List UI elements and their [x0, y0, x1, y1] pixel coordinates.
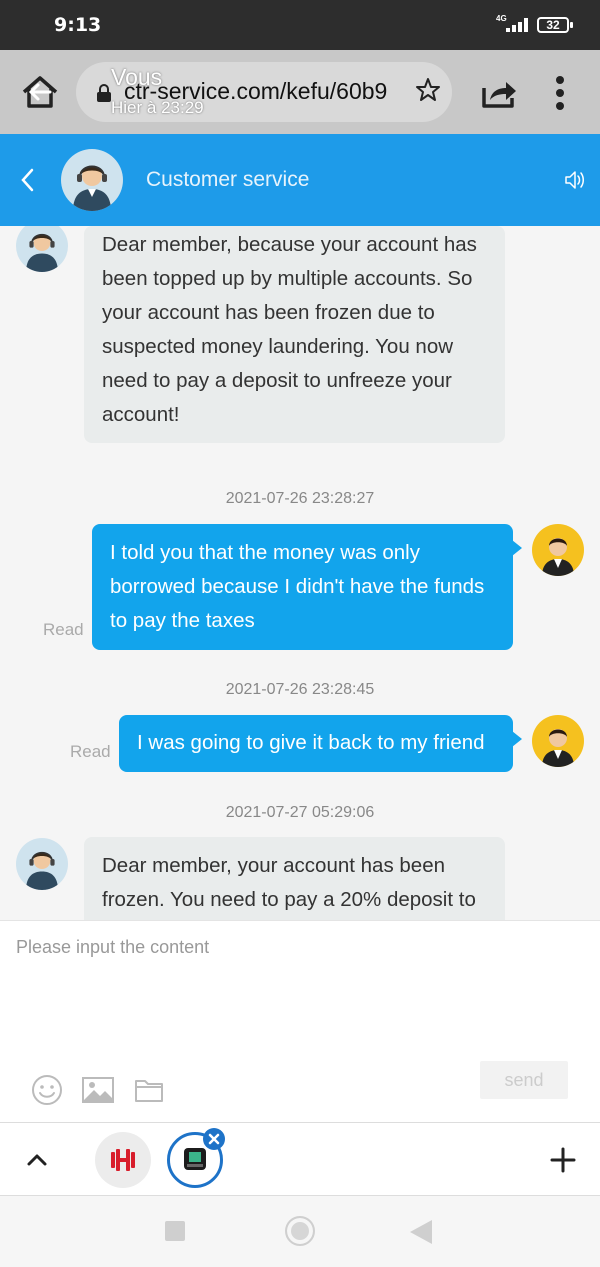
- message-timestamp: 2021-07-26 23:28:27: [225, 490, 375, 507]
- message-line: to pay the taxes: [110, 609, 255, 632]
- message-line: need to pay a deposit to unfreeze your: [102, 369, 452, 392]
- user-avatar: [532, 524, 584, 576]
- message-line: been topped up by multiple accounts. So: [102, 267, 473, 290]
- share-icon[interactable]: [480, 76, 518, 110]
- lock-icon: [97, 84, 111, 102]
- message-timestamp: 2021-07-26 23:28:45: [225, 681, 375, 698]
- message-line: frozen. You need to pay a 20% deposit to: [102, 888, 476, 911]
- message-line: your account has been frozen due to: [102, 301, 435, 324]
- speaker-icon[interactable]: [563, 168, 587, 192]
- agent-avatar: [16, 226, 68, 272]
- send-button[interactable]: send: [480, 1061, 568, 1099]
- message-line: borrowed because I didn't have the funds: [110, 575, 485, 598]
- agent-avatar-icon: [73, 165, 111, 211]
- notification-subtitle: Hier à 23:29: [111, 98, 204, 117]
- message-composer: send: [0, 920, 600, 1122]
- user-avatar: [532, 715, 584, 767]
- message-bubble-sent: I was going to give it back to my friend: [119, 715, 522, 772]
- message-line: I told you that the money was only: [110, 541, 420, 564]
- user-avatar-icon: [542, 538, 574, 576]
- status-bar: 9:13 4G 32: [0, 0, 600, 50]
- close-icon[interactable]: [203, 1128, 225, 1150]
- folder-icon[interactable]: [132, 1073, 166, 1107]
- message-line: Dear member, your account has been: [102, 854, 445, 877]
- plus-icon[interactable]: [548, 1145, 578, 1175]
- bookmark-star-icon[interactable]: [414, 76, 442, 104]
- image-icon[interactable]: [81, 1073, 115, 1107]
- menu-dots-icon[interactable]: [548, 76, 572, 110]
- agent-avatar: [16, 838, 68, 890]
- agent-avatar-icon: [26, 851, 58, 890]
- message-line: I was going to give it back to my friend: [137, 731, 485, 754]
- message-input[interactable]: [16, 937, 576, 1047]
- page-title: Customer service: [146, 168, 310, 191]
- back-chevron-icon[interactable]: [18, 166, 38, 194]
- battery-icon: 32: [537, 17, 573, 33]
- dumbbell-app-icon: [111, 1149, 135, 1171]
- status-time: 9:13: [54, 14, 102, 36]
- tab-bubble-dumbbell[interactable]: [95, 1132, 151, 1188]
- user-avatar-icon: [542, 729, 574, 767]
- message-bubble-received: Dear member, your account has been froze…: [84, 837, 505, 920]
- recents-icon[interactable]: [165, 1221, 185, 1241]
- agent-avatar-icon: [26, 233, 58, 272]
- browser-toolbar: ctr-service.com/kefu/60b9: [0, 50, 600, 134]
- browser-tab-bar: [0, 1122, 600, 1196]
- home-icon[interactable]: [20, 74, 60, 110]
- message-line: suspected money laundering. You now: [102, 335, 454, 358]
- emoji-icon[interactable]: [30, 1073, 64, 1107]
- system-nav-bar: [0, 1196, 600, 1267]
- message-line: account!: [102, 403, 180, 426]
- home-circle-icon[interactable]: [285, 1216, 315, 1246]
- signal-icon: [504, 18, 528, 32]
- read-status: Read: [70, 742, 111, 761]
- agent-avatar: [61, 149, 123, 211]
- battery-level: 32: [546, 18, 560, 32]
- chat-messages[interactable]: Dear member, because your account has be…: [0, 226, 600, 920]
- back-triangle-icon[interactable]: [410, 1220, 432, 1244]
- message-line: Dear member, because your account has: [102, 233, 477, 256]
- notification-title: Vous: [111, 64, 163, 90]
- chat-header: Customer service: [0, 134, 600, 226]
- message-bubble-received: Dear member, because your account has be…: [84, 226, 505, 443]
- message-bubble-sent: I told you that the money was only borro…: [92, 524, 522, 650]
- caret-up-icon[interactable]: [24, 1147, 50, 1173]
- message-timestamp: 2021-07-27 05:29:06: [225, 804, 375, 821]
- read-status: Read: [43, 620, 84, 639]
